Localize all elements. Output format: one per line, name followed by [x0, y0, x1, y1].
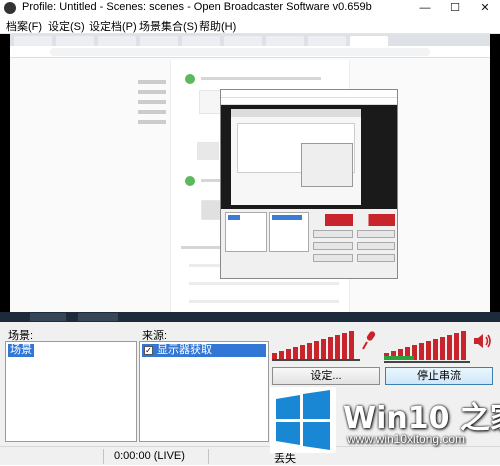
microphone-icon[interactable] [361, 330, 379, 350]
close-button[interactable]: ✕ [470, 0, 500, 16]
menu-bar: 档案(F) 设定(S) 设定档(P) 场景集合(S) 帮助(H) [0, 16, 500, 34]
watermark-title: Win10 之家 [343, 401, 500, 436]
source-item[interactable]: ✓ 显示器获取 [142, 344, 266, 357]
browser-tabs [10, 34, 490, 46]
browser-address-bar [10, 46, 490, 58]
nested-obs-window [220, 89, 398, 279]
menu-scene-collection[interactable]: 场景集合(S) [139, 18, 198, 34]
status-bar: 0:00:00 (LIVE) 丢失 [0, 446, 500, 465]
minimize-button[interactable]: — [410, 0, 440, 16]
sources-list[interactable]: ✓ 显示器获取 [139, 341, 269, 442]
scene-item[interactable]: 场景 [8, 344, 34, 357]
maximize-button[interactable]: ☐ [440, 0, 470, 16]
stream-time: 0:00:00 (LIVE) [114, 450, 185, 462]
title-bar: Profile: Untitled - Scenes: scenes - Ope… [0, 0, 500, 16]
scenes-list[interactable]: 场景 [5, 341, 137, 442]
stop-streaming-button[interactable]: 停止串流 [385, 367, 493, 385]
watermark-url: www.win10xitong.com [347, 432, 466, 446]
captured-desktop [10, 34, 490, 314]
menu-help[interactable]: 帮助(H) [199, 18, 236, 34]
menu-profiles[interactable]: 设定档(P) [89, 18, 137, 34]
source-visibility-checkbox[interactable]: ✓ [144, 346, 153, 355]
stream-preview [0, 34, 500, 322]
window-title: Profile: Untitled - Scenes: scenes - Ope… [22, 1, 372, 13]
menu-settings[interactable]: 设定(S) [48, 18, 85, 34]
menu-file[interactable]: 档案(F) [6, 18, 42, 34]
win10-logo-watermark [270, 387, 336, 453]
obs-app-icon [4, 2, 16, 14]
source-item-label: 显示器获取 [157, 344, 212, 356]
speaker-icon[interactable] [473, 332, 493, 350]
desktop-volume-slider[interactable] [384, 356, 470, 364]
captured-taskbar [0, 312, 500, 322]
settings-button[interactable]: 设定... [272, 367, 380, 385]
mic-volume-slider[interactable] [272, 356, 360, 364]
obs-window: Profile: Untitled - Scenes: scenes - Ope… [0, 0, 500, 465]
